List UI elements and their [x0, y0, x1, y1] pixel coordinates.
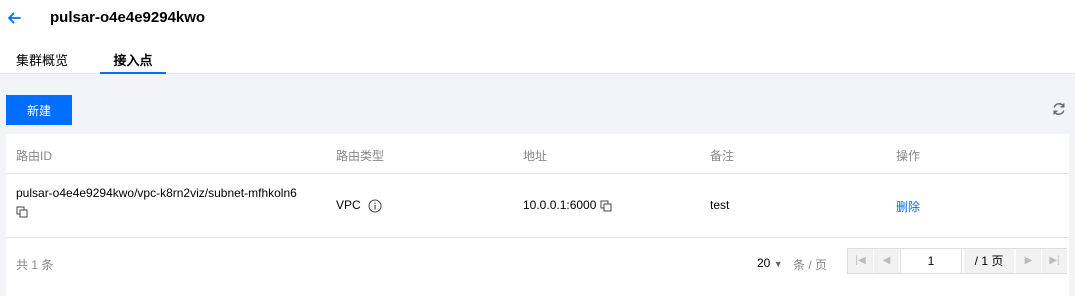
page-size-value: 20 [757, 256, 771, 270]
tab-cluster-overview[interactable]: 集群概览 [16, 50, 68, 74]
refresh-icon[interactable] [1051, 101, 1067, 117]
page-number-input[interactable] [900, 249, 962, 273]
delete-link[interactable]: 删除 [896, 198, 920, 215]
column-header-action: 操作 [896, 149, 921, 163]
page-header: pulsar-o4e4e9294kwo [0, 0, 1075, 40]
address-text: 10.0.0.1:6000 [523, 198, 597, 212]
per-page-label: 条 / 页 [793, 258, 828, 272]
column-header-note: 备注 [710, 149, 735, 163]
route-id-cell: pulsar-o4e4e9294kwo/vpc-k8rn2viz/subnet-… [16, 184, 316, 220]
page-navigator: |◀ ◀ / 1 页 ▶ ▶| [847, 248, 1067, 274]
page-size-select[interactable]: 20 ▼ [757, 256, 783, 270]
route-id-text: pulsar-o4e4e9294kwo/vpc-k8rn2viz/subnet-… [16, 186, 297, 200]
next-page-icon[interactable]: ▶ [1016, 249, 1041, 273]
table-header: 路由ID 路由类型 地址 备注 操作 [6, 134, 1069, 174]
column-header-address: 地址 [523, 149, 548, 163]
access-point-table: 路由ID 路由类型 地址 备注 操作 pulsar-o4e4e9294kwo/v… [6, 134, 1069, 296]
tab-bar: 集群概览 接入点 [0, 44, 1075, 74]
first-page-icon[interactable]: |◀ [848, 249, 873, 273]
pagination-bar: 共 1 条 20 ▼ 条 / 页 |◀ ◀ / 1 页 ▶ ▶| [6, 238, 1069, 288]
main-content: 新建 路由ID 路由类型 地址 备注 操作 pulsar-o4e4e9294kw… [0, 74, 1075, 296]
copy-icon[interactable] [600, 200, 612, 212]
address-cell: 10.0.0.1:6000 [523, 198, 612, 212]
last-page-icon[interactable]: ▶| [1042, 249, 1067, 273]
copy-icon[interactable] [16, 206, 28, 218]
route-type-cell: VPC [336, 198, 382, 213]
total-pages: / 1 页 [964, 249, 1014, 273]
note-cell: test [710, 198, 730, 212]
new-button[interactable]: 新建 [6, 95, 72, 125]
table-row: pulsar-o4e4e9294kwo/vpc-k8rn2viz/subnet-… [6, 174, 1069, 238]
prev-page-icon[interactable]: ◀ [874, 249, 899, 273]
back-arrow-icon[interactable] [6, 10, 22, 26]
caret-down-icon: ▼ [773, 259, 783, 269]
route-type-text: VPC [336, 198, 361, 212]
tab-access-point[interactable]: 接入点 [100, 50, 166, 74]
total-count: 共 1 条 [16, 258, 54, 272]
info-icon[interactable] [368, 199, 382, 213]
page-title: pulsar-o4e4e9294kwo [50, 9, 206, 26]
column-header-route-id: 路由ID [16, 149, 53, 163]
column-header-route-type: 路由类型 [336, 149, 385, 163]
